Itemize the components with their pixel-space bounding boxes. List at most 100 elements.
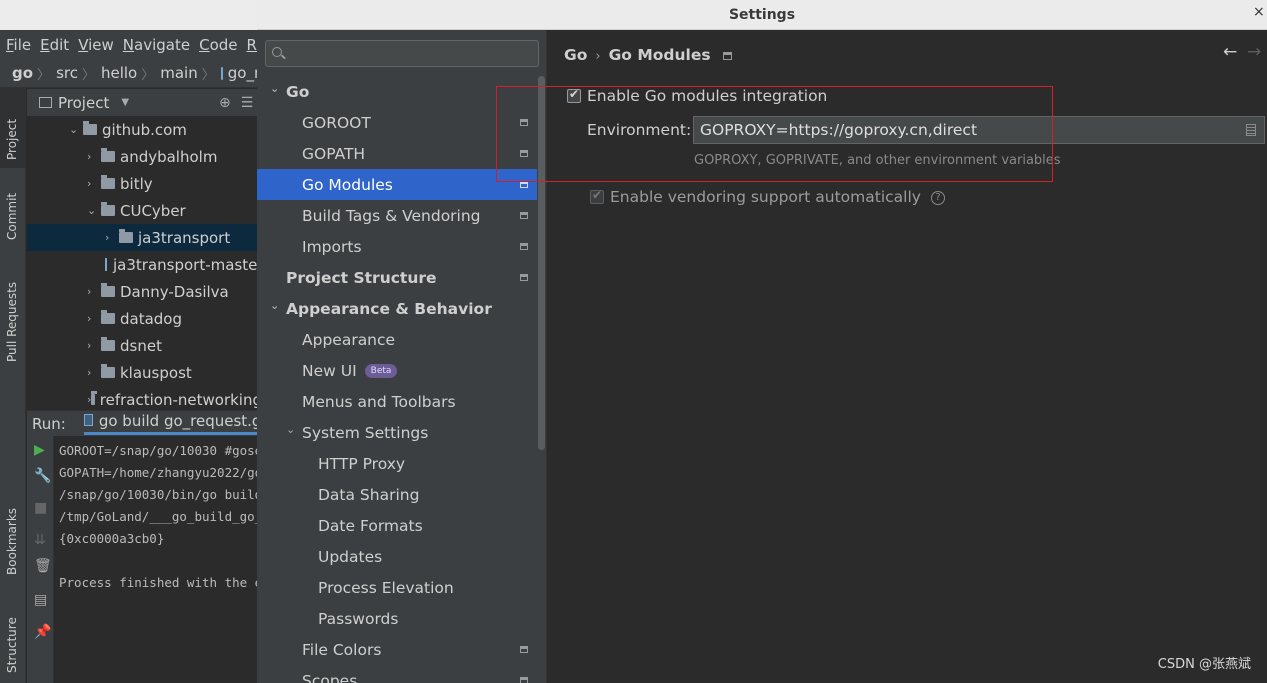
breadcrumb-item[interactable]: go bbox=[12, 64, 33, 82]
chevron-right-icon: › bbox=[595, 49, 601, 64]
tree-node[interactable]: › ja3transport bbox=[27, 224, 262, 251]
nav-item-appearance[interactable]: Appearance bbox=[257, 324, 537, 355]
nav-item-file-colors[interactable]: File Colors bbox=[257, 634, 537, 665]
beta-badge: Beta bbox=[364, 363, 398, 378]
tree-node[interactable]: ⌄ github.com bbox=[27, 116, 262, 143]
nav-item-http-proxy[interactable]: HTTP Proxy bbox=[257, 448, 537, 479]
back-arrow-icon[interactable]: ← bbox=[1223, 42, 1237, 62]
chevron-right-icon[interactable]: › bbox=[87, 339, 101, 352]
nav-item-new-ui[interactable]: New UI Beta bbox=[257, 355, 537, 386]
forward-arrow-icon[interactable]: → bbox=[1247, 42, 1261, 62]
chevron-right-icon[interactable]: › bbox=[87, 177, 101, 190]
run-console[interactable]: GOROOT=/snap/go/10030 #gosetup GOPATH=/ho… bbox=[54, 436, 262, 683]
expand-field-icon[interactable] bbox=[1246, 124, 1256, 136]
chevron-right-icon[interactable]: › bbox=[87, 150, 101, 163]
wrench-icon[interactable]: 🔧 bbox=[34, 468, 51, 484]
vendoring-checkbox[interactable] bbox=[590, 188, 604, 204]
nav-item-go[interactable]: ⌄ Go bbox=[257, 76, 537, 107]
close-icon[interactable]: × bbox=[1253, 4, 1267, 24]
nav-item-passwords[interactable]: Passwords bbox=[257, 603, 537, 634]
run-tab-label: go build go_request.go bbox=[98, 412, 262, 430]
nav-item-data-sharing[interactable]: Data Sharing bbox=[257, 479, 537, 510]
menu-item[interactable]: Navigate bbox=[123, 36, 190, 54]
tree-node[interactable]: › klauspost bbox=[27, 359, 262, 386]
nav-item-goroot[interactable]: GOROOT bbox=[257, 107, 537, 138]
tree-node[interactable]: › Danny-Dasilva bbox=[27, 278, 262, 305]
nav-item-label: Scopes bbox=[302, 671, 358, 683]
settings-breadcrumb: Go › Go Modules bbox=[564, 46, 732, 64]
chevron-down-icon[interactable]: ⌄ bbox=[270, 82, 279, 95]
tree-node[interactable]: › dsnet bbox=[27, 332, 262, 359]
layout-icon[interactable]: ▤ bbox=[34, 592, 47, 608]
settings-search-input[interactable] bbox=[265, 40, 539, 67]
chevron-down-icon[interactable]: ⌄ bbox=[286, 423, 295, 436]
rerun-icon[interactable]: ▶ bbox=[34, 442, 45, 458]
nav-item-gopath[interactable]: GOPATH bbox=[257, 138, 537, 169]
nav-item-date-formats[interactable]: Date Formats bbox=[257, 510, 537, 541]
tool-tab-structure[interactable]: Structure bbox=[0, 593, 26, 683]
ide-titlebar bbox=[0, 0, 262, 30]
environment-field[interactable]: GOPROXY=https://goproxy.cn,direct bbox=[693, 116, 1265, 144]
settings-sidebar: ⌄ Go GOROOT GOPATH Go Modules Build Tags & Ve… bbox=[257, 30, 547, 683]
pin-icon[interactable]: 📌 bbox=[34, 624, 51, 640]
project-panel-title[interactable]: Project bbox=[58, 94, 109, 112]
menu-item[interactable]: View bbox=[78, 36, 114, 54]
go-file-icon bbox=[220, 66, 223, 80]
chevron-down-icon[interactable]: ▼ bbox=[121, 97, 129, 108]
tree-node[interactable]: › bitly bbox=[27, 170, 262, 197]
search-icon bbox=[272, 47, 282, 57]
run-tab[interactable]: go build go_request.go bbox=[83, 412, 262, 435]
enable-modules-checkbox[interactable] bbox=[567, 87, 581, 103]
tool-tab-commit[interactable]: Commit bbox=[0, 170, 26, 245]
nav-item-menus-and-toolbars[interactable]: Menus and Toolbars bbox=[257, 386, 537, 417]
nav-item-project-structure[interactable]: Project Structure bbox=[257, 262, 537, 293]
chevron-right-icon[interactable]: › bbox=[87, 285, 101, 298]
nav-item-label: Data Sharing bbox=[318, 485, 420, 504]
tree-node[interactable]: › datadog bbox=[27, 305, 262, 332]
collapse-icon[interactable]: ☰ bbox=[241, 95, 254, 111]
nav-item-process-elevation[interactable]: Process Elevation bbox=[257, 572, 537, 603]
nav-item-go-modules[interactable]: Go Modules bbox=[257, 169, 537, 200]
tree-node[interactable]: ja3transport-master bbox=[27, 251, 262, 278]
tool-tab-project[interactable]: Project bbox=[0, 88, 26, 168]
nav-item-label: HTTP Proxy bbox=[318, 454, 406, 473]
chevron-down-icon[interactable]: ⌄ bbox=[69, 123, 83, 136]
menu-item[interactable]: File bbox=[6, 36, 31, 54]
chevron-right-icon[interactable]: › bbox=[105, 231, 119, 244]
chevron-down-icon[interactable]: ⌄ bbox=[87, 204, 101, 217]
nav-item-appearance-behavior[interactable]: ⌄ Appearance & Behavior bbox=[257, 293, 537, 324]
vendoring-label[interactable]: Enable vendoring support automatically bbox=[610, 188, 921, 206]
menu-item[interactable]: Code bbox=[199, 36, 237, 54]
trash-icon[interactable]: 🗑 bbox=[34, 558, 52, 574]
run-label: Run: bbox=[32, 414, 66, 433]
sidebar-scrollbar[interactable] bbox=[538, 76, 545, 450]
tool-tab-pull-requests[interactable]: Pull Requests bbox=[0, 256, 26, 366]
chevron-right-icon: 〉 bbox=[81, 67, 95, 83]
breadcrumb-item[interactable]: main bbox=[160, 64, 197, 82]
console-line: /tmp/GoLand/___go_build_go_request_go bbox=[59, 509, 262, 524]
tree-node-label: bitly bbox=[120, 174, 153, 193]
chevron-right-icon[interactable]: › bbox=[87, 366, 101, 379]
tree-node[interactable]: ⌄ CUCyber bbox=[27, 197, 262, 224]
nav-item-scopes[interactable]: Scopes bbox=[257, 665, 537, 683]
locate-icon[interactable]: ⊕ bbox=[219, 95, 231, 111]
tree-node[interactable]: › andybalholm bbox=[27, 143, 262, 170]
breadcrumb-item[interactable]: src bbox=[56, 64, 78, 82]
menu-item[interactable]: R bbox=[247, 36, 257, 54]
tree-node[interactable]: › refraction-networking bbox=[27, 386, 262, 413]
scroll-end-icon[interactable]: ⇊ bbox=[34, 532, 46, 548]
nav-item-build-tags-vendoring[interactable]: Build Tags & Vendoring bbox=[257, 200, 537, 231]
chevron-down-icon[interactable]: ⌄ bbox=[270, 299, 279, 312]
nav-item-updates[interactable]: Updates bbox=[257, 541, 537, 572]
stop-icon[interactable]: ■ bbox=[34, 500, 47, 516]
menu-item[interactable]: Edit bbox=[40, 36, 69, 54]
tool-tab-label: Pull Requests bbox=[5, 281, 19, 362]
nav-item-imports[interactable]: Imports bbox=[257, 231, 537, 262]
help-icon[interactable]: ? bbox=[930, 190, 945, 205]
enable-modules-label[interactable]: Enable Go modules integration bbox=[587, 87, 827, 105]
tool-tab-bookmarks[interactable]: Bookmarks bbox=[0, 483, 26, 578]
nav-item-label: Build Tags & Vendoring bbox=[302, 206, 481, 225]
breadcrumb-item[interactable]: hello bbox=[101, 64, 137, 82]
nav-item-system-settings[interactable]: ⌄ System Settings bbox=[257, 417, 537, 448]
chevron-right-icon[interactable]: › bbox=[87, 312, 101, 325]
